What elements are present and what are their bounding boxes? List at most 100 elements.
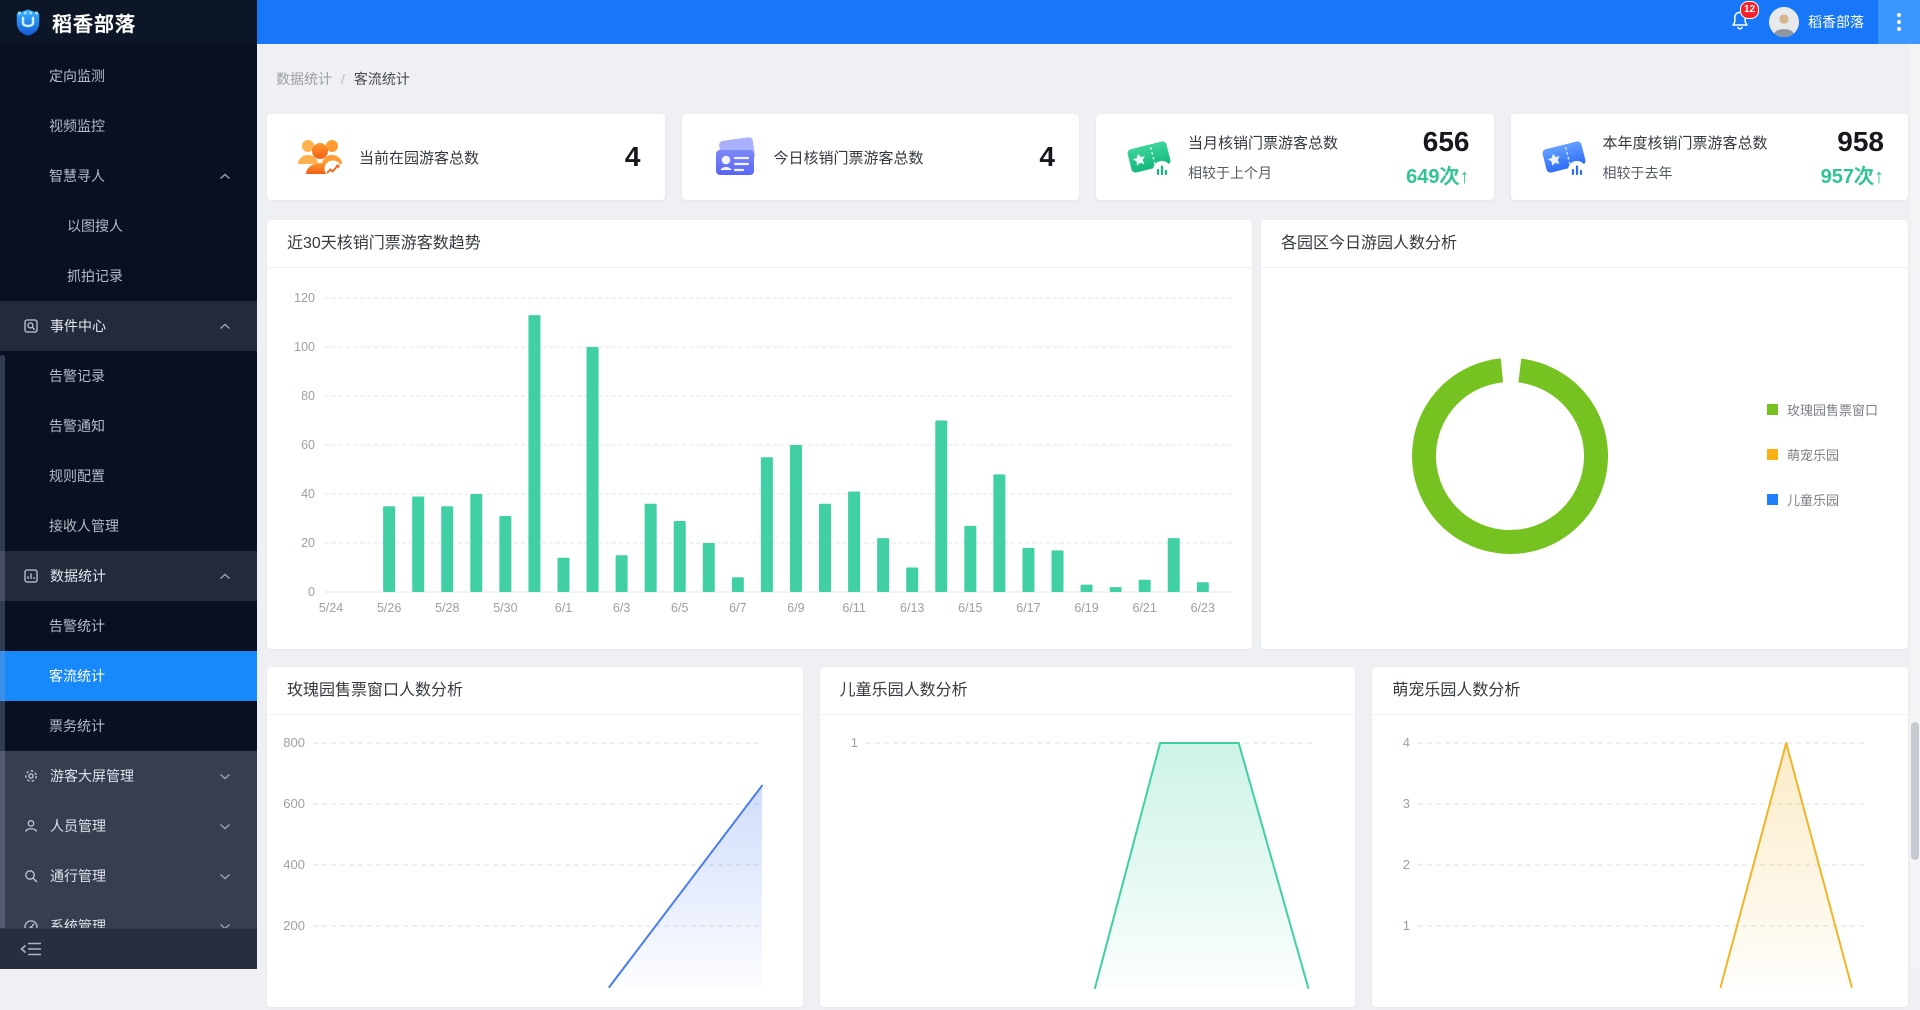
svg-text:0: 0	[308, 585, 315, 599]
sidebar-item[interactable]: 视频监控	[0, 101, 257, 151]
stat-card-label: 当月核销门票游客总数	[1188, 134, 1339, 152]
stat-card-label: 本年度核销门票游客总数	[1602, 134, 1768, 152]
sidebar-item[interactable]: 告警通知	[0, 401, 257, 451]
chevron-up-icon	[219, 573, 231, 580]
person-mgmt-icon	[23, 818, 39, 834]
svg-text:40: 40	[301, 487, 315, 501]
stat-card-label: 今日核销门票游客总数	[773, 149, 924, 167]
legend-item[interactable]: 玫瑰园售票窗口	[1767, 400, 1878, 418]
avatar[interactable]	[1769, 7, 1799, 37]
app-logo[interactable]: 稻香部落	[0, 0, 257, 44]
breadcrumb: 数据统计 / 客流统计	[267, 44, 1908, 114]
line-chart: 1	[850, 735, 1315, 989]
line-chart-title: 玫瑰园售票窗口人数分析	[267, 667, 803, 715]
svg-text:5/24: 5/24	[319, 601, 343, 615]
svg-text:6/15: 6/15	[958, 601, 982, 615]
sidebar-item[interactable]: 通行管理	[0, 851, 257, 901]
svg-text:6/19: 6/19	[1074, 601, 1098, 615]
legend-swatch	[1767, 448, 1778, 460]
sidebar-item-label: 告警记录	[49, 368, 105, 384]
today-tickets-icon	[708, 130, 762, 184]
svg-text:6/3: 6/3	[613, 601, 630, 615]
sidebar-item-label: 定向监测	[49, 68, 105, 84]
sidebar-item[interactable]: 告警记录	[0, 351, 257, 401]
visitors-icon	[293, 130, 347, 184]
sidebar-item[interactable]: 定向监测	[0, 51, 257, 101]
svg-text:2: 2	[1403, 857, 1410, 872]
legend-label: 萌宠乐园	[1787, 447, 1840, 463]
sidebar-item-label: 视频监控	[49, 118, 105, 134]
svg-text:5/28: 5/28	[435, 601, 459, 615]
page-scrollbar-thumb[interactable]	[1911, 722, 1919, 860]
year-tickets-icon	[1537, 130, 1591, 184]
sidebar-item-label: 智慧寻人	[49, 168, 105, 184]
chevron-up-icon	[219, 323, 231, 330]
legend-item[interactable]: 萌宠乐园	[1767, 445, 1878, 463]
svg-text:120: 120	[294, 291, 315, 305]
svg-text:6/7: 6/7	[729, 601, 746, 615]
line-chart-panel-pet-park: 萌宠乐园人数分析 1 2 3 4	[1372, 667, 1909, 1007]
sidebar-item-label: 数据统计	[50, 568, 106, 584]
sidebar-item[interactable]: 抓拍记录	[0, 251, 257, 301]
main-content: 数据统计 / 客流统计 当前在园游客总数 4 今日核销门票游客总数 4 当月核销门票游客…	[257, 44, 1920, 1007]
svg-text:20: 20	[301, 536, 315, 550]
sidebar-item-label: 票务统计	[49, 718, 105, 734]
legend-label: 玫瑰园售票窗口	[1787, 402, 1879, 418]
notifications-button[interactable]: 12	[1729, 0, 1760, 36]
svg-text:5/26: 5/26	[377, 601, 401, 615]
svg-text:6/5: 6/5	[671, 601, 688, 615]
line-chart-panel-rose-garden: 玫瑰园售票窗口人数分析 200 400 600 800	[267, 667, 803, 1007]
sidebar-scrollbar-thumb[interactable]	[0, 355, 5, 930]
svg-text:60: 60	[301, 438, 315, 452]
sidebar-item[interactable]: 智慧寻人	[0, 151, 257, 201]
donut-chart-panel: 各园区今日游园人数分析 玫瑰园售票窗口 萌宠乐园 儿童乐园	[1261, 220, 1908, 649]
svg-text:6/11: 6/11	[842, 601, 865, 615]
sidebar-item-label: 人员管理	[50, 818, 106, 834]
username[interactable]: 稻香部落	[1808, 12, 1864, 32]
breadcrumb-current: 客流统计	[353, 71, 410, 87]
sidebar-item[interactable]: 票务统计	[0, 701, 257, 751]
sidebar-item[interactable]: 数据统计	[0, 551, 257, 601]
more-menu-button[interactable]	[1878, 0, 1920, 44]
sidebar-item[interactable]: 接收人管理	[0, 501, 257, 551]
legend-swatch	[1767, 493, 1778, 505]
sidebar-item[interactable]: 告警统计	[0, 601, 257, 651]
stat-card-sublabel: 相较于去年	[1602, 164, 1673, 181]
svg-text:4: 4	[1403, 735, 1410, 750]
sidebar-item[interactable]: 游客大屏管理	[0, 751, 257, 801]
collapse-sidebar-button[interactable]	[0, 928, 257, 969]
line-chart: 1 2 3 4	[1403, 735, 1868, 988]
sidebar-item-label: 告警通知	[49, 418, 105, 434]
line-chart-title: 儿童乐园人数分析	[819, 667, 1356, 715]
sidebar-item-label: 事件中心	[50, 318, 106, 334]
svg-text:100: 100	[294, 340, 315, 354]
stat-card: 当月核销门票游客总数 相较于上个月 656 649次↑	[1096, 114, 1494, 200]
sidebar-item[interactable]: 人员管理	[0, 801, 257, 851]
sidebar-item-label: 告警统计	[49, 618, 105, 634]
chevron-down-icon	[219, 823, 231, 830]
svg-text:400: 400	[283, 857, 305, 872]
sidebar-item-label: 客流统计	[49, 668, 105, 684]
stat-card: 今日核销门票游客总数 4	[681, 114, 1079, 200]
svg-text:80: 80	[301, 389, 315, 403]
breadcrumb-parent[interactable]: 数据统计	[276, 69, 332, 89]
svg-text:6/9: 6/9	[787, 601, 804, 615]
stat-cards-row: 当前在园游客总数 4 今日核销门票游客总数 4 当月核销门票游客总数 相较于上个月 656 6…	[267, 114, 1908, 200]
legend-label: 儿童乐园	[1787, 492, 1840, 508]
sidebar-item[interactable]: 规则配置	[0, 451, 257, 501]
month-tickets-icon	[1122, 130, 1176, 184]
svg-text:200: 200	[283, 918, 305, 933]
svg-text:6/21: 6/21	[1133, 601, 1157, 615]
sidebar-item[interactable]: 以图搜人	[0, 201, 257, 251]
sidebar-item[interactable]: 事件中心	[0, 301, 257, 351]
screen-mgmt-icon	[23, 768, 39, 784]
donut-legend: 玫瑰园售票窗口 萌宠乐园儿童乐园	[1767, 400, 1878, 535]
svg-text:6/17: 6/17	[1016, 601, 1040, 615]
data-stats-icon	[23, 568, 39, 584]
bar-chart: 0 20 40 60 80 100 120 5/24 5/26 5/28 5/30 6/1 6/3 6/5…	[294, 291, 1232, 615]
legend-swatch	[1767, 403, 1778, 415]
sidebar-item[interactable]: 客流统计	[0, 651, 257, 701]
legend-item[interactable]: 儿童乐园	[1767, 490, 1878, 508]
svg-text:5/30: 5/30	[493, 601, 517, 615]
sidebar: 稻香部落 定向监测视频监控智慧寻人以图搜人 抓拍记录事件中心告警记录告警通知规则配…	[0, 0, 257, 969]
